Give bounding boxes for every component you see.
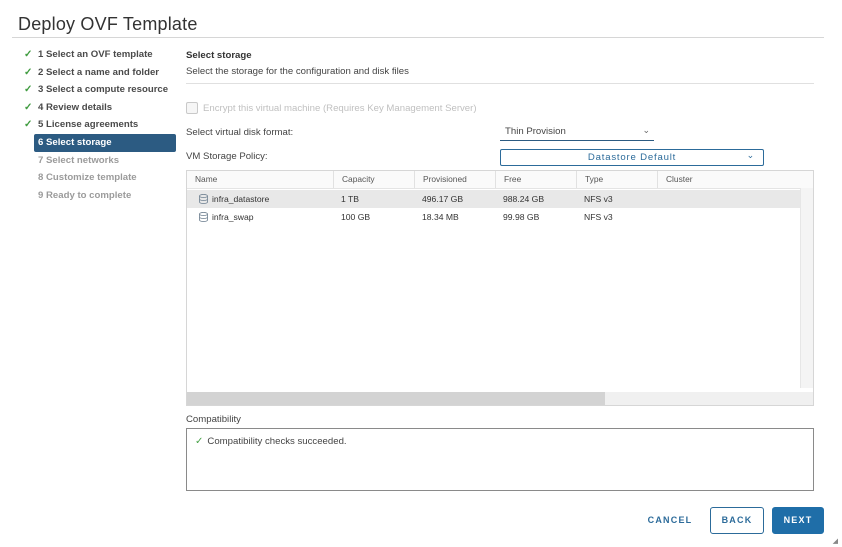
column-header-capacity[interactable]: Capacity xyxy=(333,171,414,188)
step-select-name-folder[interactable]: ✓ 2 Select a name and folder xyxy=(20,64,176,82)
disk-format-value: Thin Provision xyxy=(505,126,566,137)
column-header-free[interactable]: Free xyxy=(495,171,576,188)
step-license-agreements[interactable]: ✓ 5 License agreements xyxy=(20,116,176,134)
step-ready-to-complete: 9 Ready to complete xyxy=(34,187,176,205)
header-divider xyxy=(186,83,814,84)
cell-cluster xyxy=(657,208,665,226)
chevron-down-icon: ⌄ xyxy=(746,150,755,160)
cell-name: infra_datastore xyxy=(191,190,333,208)
datastore-name: infra_datastore xyxy=(212,194,270,204)
compatibility-label: Compatibility xyxy=(186,414,241,425)
step-label: 5 License agreements xyxy=(38,119,139,131)
step-select-storage[interactable]: 6 Select storage xyxy=(34,133,176,152)
resize-handle-icon[interactable]: ◢ xyxy=(833,537,838,545)
step-select-compute-resource[interactable]: ✓ 3 Select a compute resource xyxy=(20,81,176,99)
cell-provisioned: 18.34 MB xyxy=(422,212,459,222)
next-button[interactable]: NEXT xyxy=(772,507,824,534)
storage-policy-label: VM Storage Policy: xyxy=(186,151,268,162)
table-header: Name Capacity Provisioned Free Type Clus… xyxy=(187,171,813,189)
encrypt-vm-option: Encrypt this virtual machine (Requires K… xyxy=(186,102,477,114)
compatibility-panel: ✓ Compatibility checks succeeded. xyxy=(186,428,814,491)
cell-capacity: 1 TB xyxy=(341,194,359,204)
page-title: Select storage xyxy=(186,50,252,61)
check-icon: ✓ xyxy=(24,119,33,131)
step-label: 3 Select a compute resource xyxy=(38,84,169,96)
cell-type: NFS v3 xyxy=(584,212,613,222)
disk-format-label: Select virtual disk format: xyxy=(186,127,294,138)
check-icon: ✓ xyxy=(24,49,33,60)
cell-name: infra_swap xyxy=(191,208,333,226)
step-label: 9 Ready to complete xyxy=(38,189,132,201)
datastore-icon xyxy=(199,194,208,204)
column-header-cluster[interactable]: Cluster xyxy=(657,171,813,188)
step-customize-template: 8 Customize template xyxy=(34,169,176,187)
step-label: 7 Select networks xyxy=(38,154,120,166)
title-divider xyxy=(12,37,824,38)
step-select-networks: 7 Select networks xyxy=(34,152,176,170)
disk-format-select[interactable]: Thin Provision ⌄ xyxy=(500,125,654,141)
horizontal-scrollbar[interactable] xyxy=(187,392,813,405)
table-row[interactable]: infra_datastore 1 TB 496.17 GB 988.24 GB… xyxy=(187,190,800,208)
column-header-provisioned[interactable]: Provisioned xyxy=(414,171,495,188)
compatibility-text: Compatibility checks succeeded. xyxy=(207,436,347,447)
cell-provisioned: 496.17 GB xyxy=(422,194,464,204)
column-header-name[interactable]: Name xyxy=(187,171,333,188)
step-label: 1 Select an OVF template xyxy=(38,49,153,60)
encrypt-label: Encrypt this virtual machine (Requires K… xyxy=(203,102,477,114)
horizontal-scrollbar-thumb[interactable] xyxy=(187,392,605,405)
back-button[interactable]: BACK xyxy=(710,507,764,534)
datastore-icon xyxy=(199,212,208,222)
step-label: 8 Customize template xyxy=(38,172,137,184)
cancel-button[interactable]: CANCEL xyxy=(640,507,700,534)
cell-capacity: 100 GB xyxy=(341,212,371,222)
cell-type: NFS v3 xyxy=(584,194,613,204)
chevron-down-icon: ⌄ xyxy=(642,125,650,135)
check-icon: ✓ xyxy=(24,66,33,78)
step-label: 6 Select storage xyxy=(38,136,112,148)
page-description: Select the storage for the configuration… xyxy=(186,66,409,77)
step-review-details[interactable]: ✓ 4 Review details xyxy=(20,99,176,117)
datastore-table: Name Capacity Provisioned Free Type Clus… xyxy=(186,170,814,406)
storage-policy-value: Datastore Default xyxy=(587,152,677,163)
step-label: 2 Select a name and folder xyxy=(38,66,160,78)
check-icon: ✓ xyxy=(24,101,33,113)
check-icon: ✓ xyxy=(24,84,33,96)
datastore-name: infra_swap xyxy=(212,212,254,222)
cell-free: 988.24 GB xyxy=(503,194,545,204)
cell-free: 99.98 GB xyxy=(503,212,540,222)
wizard-steps: ✓ 1 Select an OVF template ✓ 2 Select a … xyxy=(20,46,176,204)
storage-policy-select[interactable]: Datastore Default ⌄ xyxy=(500,149,764,166)
encrypt-checkbox[interactable] xyxy=(186,102,198,114)
table-row[interactable]: infra_swap 100 GB 18.34 MB 99.98 GB NFS … xyxy=(187,208,800,226)
column-header-type[interactable]: Type xyxy=(576,171,657,188)
step-select-ovf-template[interactable]: ✓ 1 Select an OVF template xyxy=(20,46,176,64)
compatibility-message: ✓ Compatibility checks succeeded. xyxy=(195,436,347,447)
cell-cluster xyxy=(657,190,665,208)
vertical-scrollbar[interactable] xyxy=(800,188,813,388)
step-label: 4 Review details xyxy=(38,101,113,113)
dialog-title: Deploy OVF Template xyxy=(18,14,198,34)
check-icon: ✓ xyxy=(195,436,204,447)
